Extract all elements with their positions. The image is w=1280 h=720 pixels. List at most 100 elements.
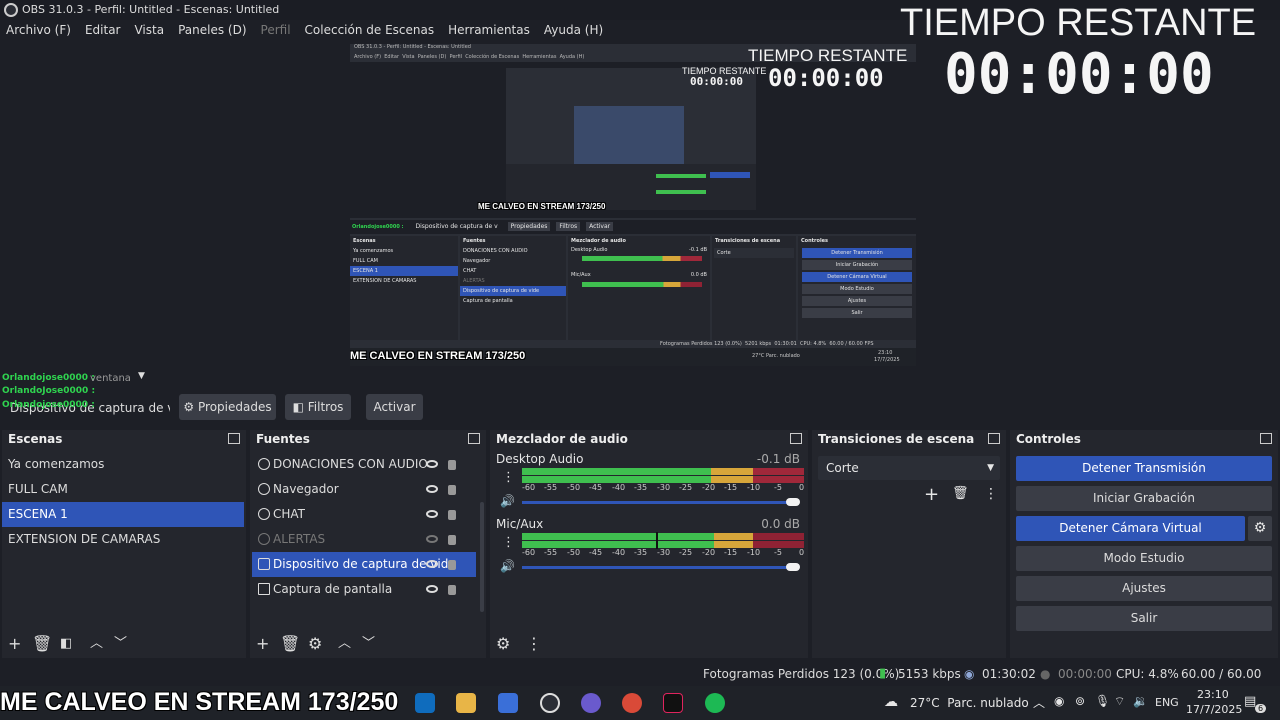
- kebab-menu-icon[interactable]: ⋮: [502, 470, 515, 485]
- activate-button[interactable]: Activar: [366, 394, 423, 420]
- chrome-icon[interactable]: [622, 693, 642, 713]
- volume-icon[interactable]: 🔉: [1133, 694, 1148, 708]
- nested-transitions-dock: Transiciones de escena Corte: [712, 236, 796, 340]
- move-down-icon[interactable]: ﹀: [114, 636, 127, 652]
- spotify-icon[interactable]: [705, 693, 725, 713]
- visibility-eye-icon[interactable]: [426, 510, 438, 518]
- visibility-eye-icon[interactable]: [426, 560, 438, 568]
- source-item-selected[interactable]: Dispositivo de captura de vide: [252, 552, 476, 577]
- add-transition-icon[interactable]: +: [924, 484, 939, 505]
- move-up-icon[interactable]: ︿: [338, 636, 351, 652]
- source-item[interactable]: Navegador: [252, 477, 476, 502]
- desktop-audio-volume-slider[interactable]: [522, 501, 794, 504]
- exit-button[interactable]: Salir: [1016, 606, 1272, 631]
- virtual-camera-settings-gear-icon[interactable]: ⚙: [1248, 516, 1272, 541]
- nested-controls-dock: Controles Detener Transmisión Iniciar Gr…: [798, 236, 916, 340]
- tray-record-icon[interactable]: ◉: [1054, 694, 1064, 708]
- tiktok-icon[interactable]: [663, 693, 683, 713]
- speaker-icon[interactable]: 🔊: [500, 559, 515, 573]
- window-dropdown[interactable]: ventana: [90, 373, 131, 384]
- remove-scene-icon[interactable]: 🗑: [32, 636, 52, 652]
- microphone-icon[interactable]: 🎙: [1095, 694, 1110, 708]
- source-item[interactable]: Captura de pantalla: [252, 577, 476, 602]
- speaker-icon[interactable]: 🔊: [500, 494, 515, 508]
- scene-item-selected[interactable]: ESCENA 1: [2, 502, 244, 527]
- visibility-eye-icon[interactable]: [426, 460, 438, 468]
- transition-menu-kebab-icon[interactable]: ⋮: [984, 486, 998, 502]
- source-item[interactable]: CHAT: [252, 502, 476, 527]
- studio-mode-button[interactable]: Modo Estudio: [1016, 546, 1272, 571]
- lock-icon[interactable]: [448, 460, 456, 470]
- mic-aux-volume-slider[interactable]: [522, 566, 794, 569]
- obs-taskbar-icon[interactable]: [540, 693, 560, 713]
- menu-editar[interactable]: Editar: [85, 23, 121, 37]
- app-icon[interactable]: [581, 693, 601, 713]
- store-icon[interactable]: [498, 693, 518, 713]
- menu-archivo[interactable]: Archivo (F): [6, 23, 71, 37]
- sources-scrollbar[interactable]: [480, 502, 484, 612]
- preview-canvas[interactable]: OBS 31.0.3 - Perfil: Untitled - Escenas:…: [350, 44, 916, 366]
- language-indicator[interactable]: ENG: [1155, 696, 1179, 709]
- tray-gamepad-icon[interactable]: ⊚: [1075, 694, 1085, 708]
- source-item[interactable]: ALERTAS: [252, 527, 476, 552]
- remove-source-icon[interactable]: 🗑: [280, 636, 300, 652]
- mixer-settings-gear-icon[interactable]: ⚙: [496, 636, 510, 652]
- lock-icon[interactable]: [448, 535, 456, 545]
- weather-text[interactable]: 27°C Parc. nublado: [910, 696, 1029, 710]
- visibility-eye-icon[interactable]: [426, 485, 438, 493]
- dock-float-icon[interactable]: [790, 433, 802, 444]
- menu-ayuda[interactable]: Ayuda (H): [544, 23, 603, 37]
- lock-icon[interactable]: [448, 585, 456, 595]
- properties-button[interactable]: ⚙ Propiedades: [179, 394, 276, 420]
- scene-filters-icon[interactable]: ◧: [60, 636, 72, 652]
- kebab-menu-icon[interactable]: ⋮: [502, 535, 515, 550]
- nested-countdown-clock: 00:00:00: [690, 75, 743, 88]
- stop-virtual-camera-button[interactable]: Detener Cámara Virtual: [1016, 516, 1245, 541]
- remove-transition-icon[interactable]: 🗑: [952, 486, 969, 501]
- scene-item[interactable]: EXTENSION DE CAMARAS: [2, 527, 246, 552]
- window-dropdown-chevron-icon[interactable]: ▼: [138, 371, 145, 381]
- start-recording-button[interactable]: Iniciar Grabación: [1016, 486, 1272, 511]
- menu-paneles[interactable]: Paneles (D): [178, 23, 246, 37]
- dock-float-icon[interactable]: [988, 433, 1000, 444]
- status-bar: Fotogramas Perdidos 123 (0.0%) ▮ 5153 kb…: [0, 662, 1280, 705]
- wifi-icon[interactable]: ⌔: [1114, 694, 1125, 709]
- source-settings-gear-icon[interactable]: ⚙: [308, 636, 322, 652]
- scene-item[interactable]: Ya comenzamos: [2, 452, 246, 477]
- dock-float-icon[interactable]: [1260, 433, 1272, 444]
- source-item[interactable]: DONACIONES CON AUDIO: [252, 452, 476, 477]
- lock-icon[interactable]: [448, 560, 456, 570]
- settings-button[interactable]: Ajustes: [1016, 576, 1272, 601]
- transition-select[interactable]: Corte ▼: [818, 456, 1000, 480]
- tray-chevron-up-icon[interactable]: ︿: [1033, 694, 1045, 711]
- transitions-dock: Transiciones de escena Corte ▼ + 🗑 ⋮: [812, 430, 1006, 658]
- mixer-menu-kebab-icon[interactable]: ⋮: [526, 636, 542, 652]
- file-explorer-icon[interactable]: [456, 693, 476, 713]
- lock-icon[interactable]: [448, 485, 456, 495]
- stop-streaming-button[interactable]: Detener Transmisión: [1016, 456, 1272, 481]
- canvas-countdown-clock: 00:00:00: [768, 64, 884, 92]
- menu-vista[interactable]: Vista: [134, 23, 164, 37]
- visibility-eye-icon[interactable]: [426, 585, 438, 593]
- add-source-icon[interactable]: +: [256, 636, 269, 652]
- hidden-eye-icon[interactable]: [426, 535, 438, 543]
- desktop-audio-volume-knob[interactable]: [786, 498, 800, 506]
- dock-float-icon[interactable]: [228, 433, 240, 444]
- clock-date[interactable]: 17/7/2025: [1186, 703, 1242, 716]
- outlook-icon[interactable]: [415, 693, 435, 713]
- menu-herramientas[interactable]: Herramientas: [448, 23, 530, 37]
- lock-icon[interactable]: [448, 510, 456, 520]
- add-scene-icon[interactable]: +: [8, 636, 21, 652]
- mic-aux-volume-knob[interactable]: [786, 563, 800, 571]
- notification-count-badge: 6: [1255, 704, 1267, 713]
- scene-item[interactable]: FULL CAM: [2, 477, 246, 502]
- menu-perfil[interactable]: Perfil: [261, 23, 291, 37]
- clock-time[interactable]: 23:10: [1197, 688, 1229, 701]
- menu-coleccion[interactable]: Colección de Escenas: [305, 23, 435, 37]
- dock-float-icon[interactable]: [468, 433, 480, 444]
- move-down-icon[interactable]: ﹀: [362, 636, 375, 652]
- filters-button[interactable]: ◧ Filtros: [285, 394, 351, 420]
- mic-aux-db: 0.0 dB: [761, 517, 800, 531]
- move-up-icon[interactable]: ︿: [90, 636, 103, 652]
- nested-mixer-dock: Mezclador de audio Desktop Audio -0.1 dB …: [568, 236, 710, 340]
